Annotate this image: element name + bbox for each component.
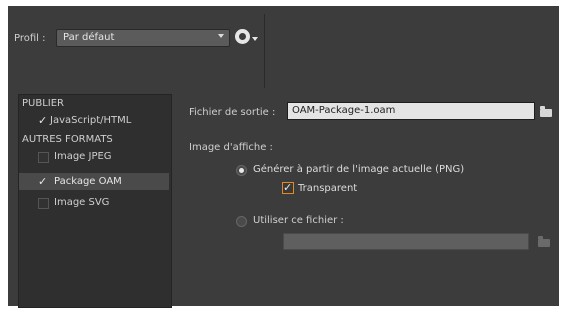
transparent-label: Transparent [298, 183, 358, 194]
checkbox-icon [38, 198, 49, 209]
sidebar-item-label: JavaScript/HTML [50, 115, 132, 126]
gear-menu-caret-icon[interactable] [252, 37, 258, 41]
gear-icon[interactable] [235, 29, 250, 44]
sidebar-heading-publish: PUBLIER [22, 98, 64, 109]
profile-select[interactable]: Par défaut [56, 29, 230, 47]
output-file-field[interactable]: OAM-Package-1.oam [287, 102, 535, 120]
checkbox-icon [38, 152, 49, 163]
sidebar-item-label: Image SVG [54, 197, 110, 208]
divider [264, 14, 265, 88]
radio-use-file[interactable] [236, 216, 247, 227]
sidebar-item-image-jpeg[interactable]: Image JPEG [38, 150, 168, 164]
output-file-label: Fichier de sortie : [189, 107, 276, 118]
publish-settings-panel: Profil : Par défaut PUBLIER ✓ JavaScript… [8, 6, 559, 308]
sidebar-item-label: Package OAM [54, 176, 122, 187]
sidebar-item-image-svg[interactable]: Image SVG [38, 196, 168, 210]
chevron-down-icon [218, 34, 224, 38]
poster-image-label: Image d'affiche : [189, 142, 273, 153]
radio-generate-from-frame[interactable] [236, 165, 247, 176]
folder-icon[interactable] [540, 106, 552, 117]
checkmark-icon: ✓ [38, 175, 48, 188]
profile-label: Profil : [14, 33, 46, 44]
folder-icon[interactable] [538, 236, 550, 247]
use-file-option-label: Utiliser ce fichier : [253, 215, 344, 226]
sidebar-heading-other-formats: AUTRES FORMATS [22, 134, 113, 145]
sidebar-item-label: Image JPEG [54, 151, 112, 162]
output-file-value: OAM-Package-1.oam [292, 105, 396, 116]
transparent-checkbox[interactable] [282, 181, 294, 194]
sidebar-item-javascript-html[interactable]: ✓ JavaScript/HTML [38, 114, 168, 128]
profile-select-value: Par défaut [63, 32, 115, 43]
poster-file-field[interactable] [283, 233, 529, 250]
sidebar-item-package-oam[interactable]: ✓ Package OAM [19, 173, 169, 190]
generate-option-label: Générer à partir de l'image actuelle (PN… [253, 164, 465, 175]
checkmark-icon: ✓ [38, 114, 48, 127]
